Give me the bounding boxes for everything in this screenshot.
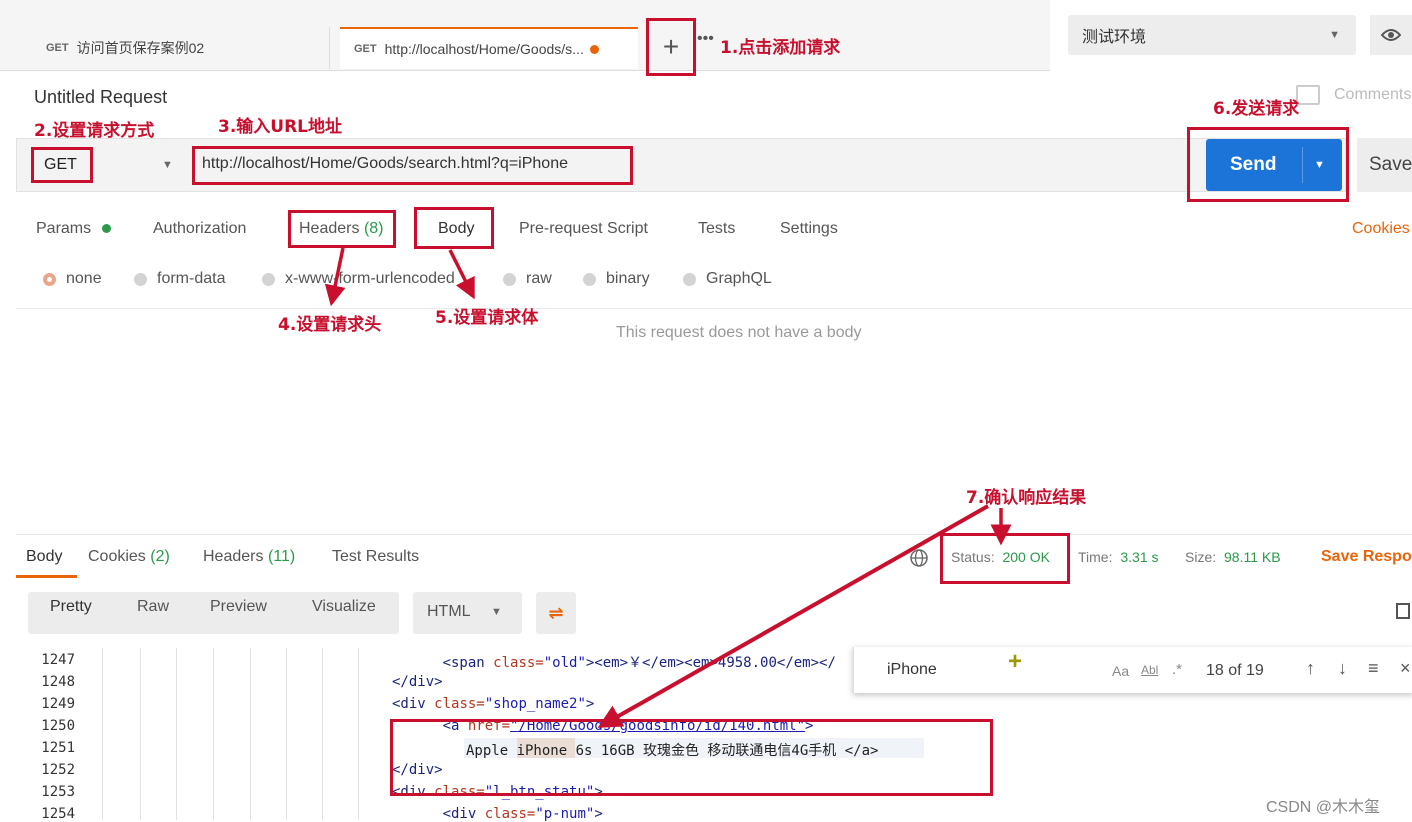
- arrow-result: [597, 504, 989, 728]
- annotation-arrows: [324, 247, 1012, 728]
- arrow-headers: [324, 247, 346, 307]
- arrow-body: [448, 249, 475, 300]
- watermark: CSDN @木木玺: [1266, 799, 1381, 816]
